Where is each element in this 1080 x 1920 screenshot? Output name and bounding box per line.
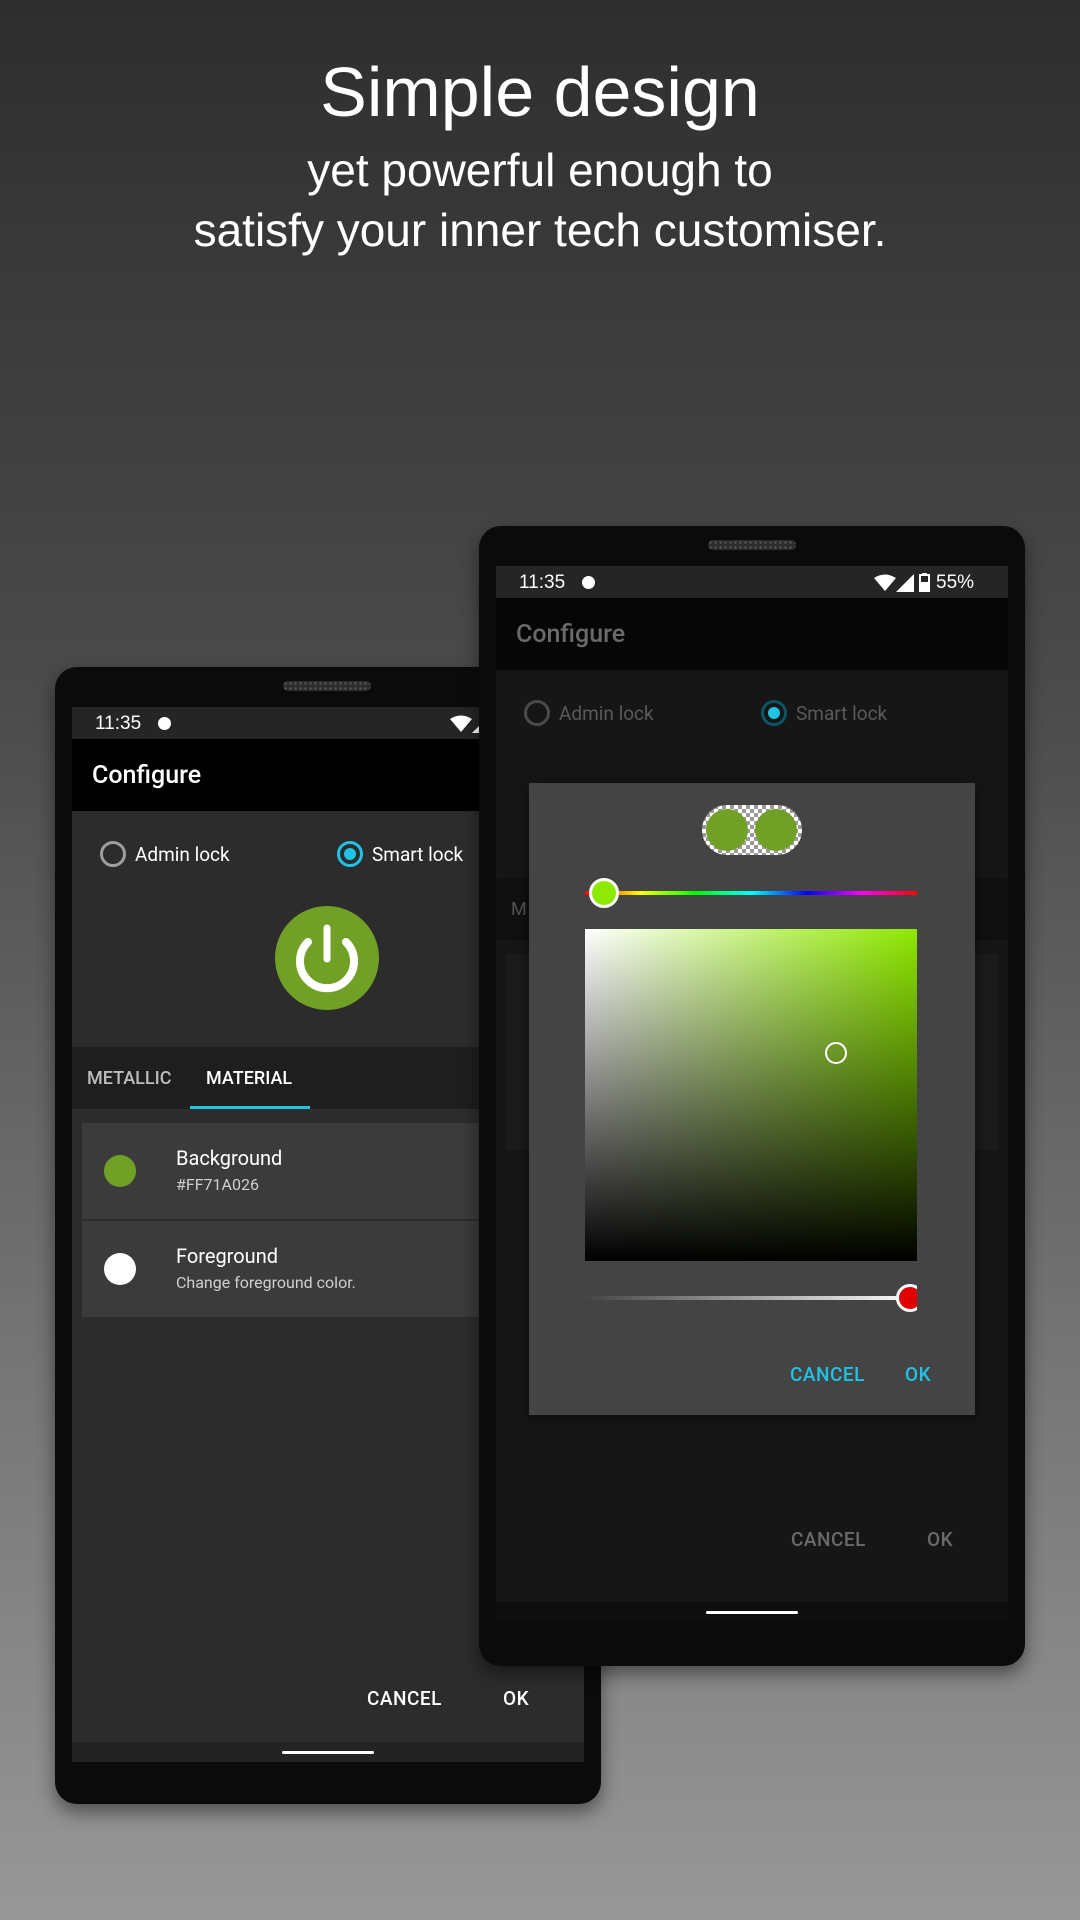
app-toolbar: Configure [496, 598, 1008, 670]
background-subtitle: #FF71A026 [176, 1175, 259, 1194]
radio-admin-lock-circle[interactable] [524, 700, 550, 726]
ok-button[interactable]: OK [503, 1687, 529, 1710]
status-time: 11:35 [95, 713, 142, 734]
headline-title: Simple design [320, 53, 760, 131]
ok-button-dimmed[interactable]: OK [927, 1528, 953, 1551]
back-phone-screen: 11:35 55% Configure Admin lock Smart loc… [496, 566, 1008, 1622]
status-time: 11:35 [519, 572, 566, 593]
cancel-button-dimmed[interactable]: CANCEL [791, 1528, 866, 1551]
radio-admin-lock-label: Admin lock [559, 702, 654, 725]
tab-metallic[interactable]: METALLIC [87, 1068, 171, 1089]
signal-icon [896, 574, 914, 592]
foreground-title: Foreground [176, 1244, 279, 1268]
background-title: Background [176, 1146, 283, 1170]
background-swatch [104, 1155, 136, 1187]
radio-smart-lock-circle[interactable] [337, 841, 363, 867]
radio-smart-lock-circle[interactable] [761, 700, 787, 726]
back-phone-speaker [708, 540, 796, 550]
notification-dot-icon [158, 717, 171, 730]
tab-partial: M [511, 899, 527, 920]
battery-percent: 55% [936, 572, 975, 593]
hue-slider-thumb[interactable] [589, 878, 619, 908]
nav-bar [496, 1602, 1008, 1622]
headline-line2: satisfy your inner tech customiser. [193, 204, 887, 256]
old-color-swatch [706, 809, 748, 851]
notification-dot-icon [582, 576, 595, 589]
foreground-subtitle: Change foreground color. [176, 1273, 356, 1292]
back-phone: 11:35 55% Configure Admin lock Smart loc… [479, 526, 1025, 1666]
wifi-icon [874, 574, 896, 591]
battery-icon [919, 573, 930, 592]
color-picker-dialog: CANCEL OK [529, 783, 975, 1415]
tab-material[interactable]: MATERIAL [206, 1068, 292, 1089]
app-title: Configure [92, 761, 202, 790]
home-gesture-bar[interactable] [706, 1611, 798, 1614]
home-gesture-bar[interactable] [282, 1751, 374, 1754]
alpha-slider-thumb[interactable] [896, 1284, 917, 1312]
saturation-value-square[interactable] [585, 929, 917, 1261]
radio-smart-lock[interactable]: Smart lock [337, 841, 497, 871]
cancel-button[interactable]: CANCEL [367, 1687, 442, 1710]
dialog-ok-button[interactable]: OK [905, 1363, 931, 1386]
nav-bar [72, 1742, 584, 1762]
power-icon [275, 906, 379, 1010]
alpha-slider-thumb-clip [889, 1283, 917, 1313]
alpha-slider[interactable] [585, 1296, 917, 1300]
app-title: Configure [516, 620, 626, 649]
wifi-icon [450, 715, 472, 732]
headline-line1: yet powerful enough to [307, 144, 773, 196]
status-bar: 11:35 55% [496, 566, 1008, 598]
new-color-swatch [755, 809, 797, 851]
radio-admin-lock[interactable]: Admin lock [100, 841, 260, 871]
saturation-value-thumb[interactable] [825, 1042, 847, 1064]
dialog-cancel-button[interactable]: CANCEL [790, 1363, 865, 1386]
radio-admin-lock-label: Admin lock [135, 843, 230, 866]
radio-admin-lock-circle[interactable] [100, 841, 126, 867]
color-preview [702, 805, 802, 855]
front-phone-speaker [283, 681, 371, 691]
radio-smart-lock-label: Smart lock [372, 843, 464, 866]
hue-slider[interactable] [585, 891, 917, 895]
foreground-swatch [104, 1253, 136, 1285]
radio-smart-lock-label: Smart lock [796, 702, 888, 725]
tab-indicator [190, 1106, 310, 1109]
